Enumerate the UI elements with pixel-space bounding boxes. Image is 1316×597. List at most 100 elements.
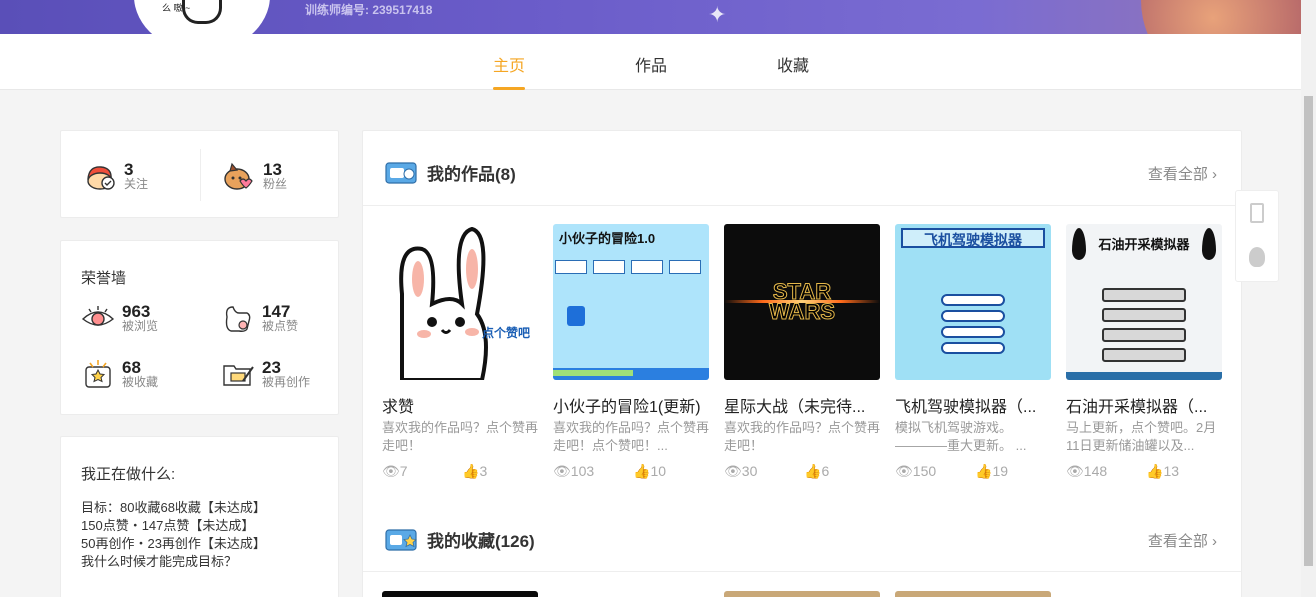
remix-count: 23 <box>262 358 281 377</box>
following-stat[interactable]: 3 关注 <box>83 159 148 193</box>
tab-home[interactable]: 主页 <box>493 52 526 90</box>
pencil-folder-icon <box>221 357 255 391</box>
chevron-right-icon: › <box>1212 166 1217 183</box>
thumb-up-icon: 👍 <box>804 463 822 479</box>
thumb-up-icon: 👍 <box>975 463 993 479</box>
grass-strip <box>553 370 633 376</box>
view-count-value: 148 <box>1083 463 1108 479</box>
favorites-label: 被收藏 <box>122 375 159 389</box>
thumb-icon <box>221 301 255 335</box>
views-count: 963 <box>122 302 151 321</box>
tab-works[interactable]: 作品 <box>635 52 667 76</box>
work-title[interactable]: 飞机驾驶模拟器（... <box>895 393 1051 417</box>
pause-icon <box>567 306 585 326</box>
honor-wall-card: 荣誉墙 963 被浏览 147 被点赞 68 被收藏 23 被再创作 <box>60 240 339 415</box>
work-description: 喜欢我的作品吗？点个赞再走吧！ <box>724 420 880 453</box>
work-meta: 👁103 👍10 <box>553 463 709 481</box>
work-card[interactable]: STAR WARS 星际大战（未完待... 喜欢我的作品吗？点个赞再走吧！ 👁3… <box>724 224 880 481</box>
like-count: 👍6 <box>804 463 829 480</box>
star-box-icon <box>81 357 115 391</box>
view-count: 👁103 <box>553 463 594 480</box>
ground-strip <box>1066 372 1222 380</box>
fans-stat[interactable]: 13 粉丝 <box>222 159 287 193</box>
like-count: 👍3 <box>462 463 487 480</box>
thumb-caption: STAR WARS <box>769 279 836 324</box>
favorites-see-all-label: 查看全部 <box>1147 533 1208 550</box>
work-description: 喜欢我的作品吗？点个赞再走吧！ <box>382 420 538 453</box>
work-thumbnail[interactable]: 点个赞吧 <box>382 224 538 380</box>
work-card[interactable]: 点个赞吧 求赞 喜欢我的作品吗？点个赞再走吧！ 👁7 👍3 <box>382 224 538 481</box>
status-text: 目标：80收藏68收藏【未达成】 150点赞・147点赞【未达成】 50再创作・… <box>81 499 266 571</box>
favorite-thumbnail[interactable] <box>553 591 709 597</box>
work-description: 喜欢我的作品吗？点个赞再走吧！点个赞吧！... <box>553 420 709 453</box>
fans-label: 粉丝 <box>263 177 288 191</box>
mobile-icon[interactable] <box>1250 203 1264 223</box>
work-description: 马上更新，点个赞吧。2月11日更新储油罐以及... <box>1066 420 1217 453</box>
work-thumbnail[interactable]: STAR WARS <box>724 224 880 380</box>
view-count: 👁148 <box>1066 463 1107 480</box>
rabbit-image <box>399 226 488 380</box>
my-works-header: 我的作品(8) <box>385 159 516 185</box>
eye-icon: 👁 <box>1066 463 1084 479</box>
work-thumbnail[interactable]: 石油开采模拟器 <box>1066 224 1222 380</box>
following-label: 关注 <box>124 177 149 191</box>
qq-icon[interactable] <box>1249 247 1265 267</box>
following-count: 3 <box>124 160 134 179</box>
work-card[interactable]: 石油开采模拟器 石油开采模拟器（... 马上更新，点个赞吧。2月11日更新储油罐… <box>1066 224 1222 481</box>
likes-stat: 147 被点赞 <box>221 301 298 335</box>
like-count-value: 19 <box>992 463 1009 479</box>
like-count: 👍19 <box>975 463 1008 480</box>
my-favorites-title: 我的收藏(126) <box>427 531 535 551</box>
work-title[interactable]: 小伙子的冒险1(更新) <box>553 393 709 417</box>
view-count-value: 7 <box>399 463 408 479</box>
thumb-menu-strip <box>553 260 709 278</box>
work-thumbnail[interactable]: 飞机驾驶模拟器 <box>895 224 1051 380</box>
scrollbar-thumb[interactable] <box>1304 96 1313 566</box>
trainer-id: 训练师编号: 239517418 <box>305 3 433 17</box>
following-icon <box>83 159 117 193</box>
favorite-thumbnail[interactable] <box>1066 591 1222 597</box>
work-title[interactable]: 石油开采模拟器（... <box>1066 393 1222 417</box>
work-thumbnail[interactable]: 小伙子的冒险1.0 <box>553 224 709 380</box>
fans-count: 13 <box>263 160 282 179</box>
divider <box>363 571 1241 572</box>
thumb-caption: 飞机驾驶模拟器 <box>901 228 1045 248</box>
work-card[interactable]: 飞机驾驶模拟器 飞机驾驶模拟器（... 模拟飞机驾驶游戏。————重大更新。 .… <box>895 224 1051 481</box>
remix-label: 被再创作 <box>262 375 311 389</box>
status-line: 目标：80收藏68收藏【未达成】 <box>81 500 266 515</box>
my-works-title: 我的作品(8) <box>427 164 516 184</box>
works-see-all-label: 查看全部 <box>1147 166 1208 183</box>
my-favorites-header: 我的收藏(126) <box>385 526 535 552</box>
status-card: 我正在做什么: 目标：80收藏68收藏【未达成】 150点赞・147点赞【未达成… <box>60 436 339 597</box>
thumb-caption: 石油开采模拟器 <box>1098 237 1190 252</box>
thumb-menu <box>941 294 1005 364</box>
chevron-right-icon: › <box>1212 533 1217 550</box>
sparkle-icon: ✦ <box>708 2 727 27</box>
favorite-thumbnail[interactable] <box>895 591 1051 597</box>
eye-icon <box>81 301 115 335</box>
work-title[interactable]: 星际大战（未完待... <box>724 393 880 417</box>
work-meta: 👁30 👍6 <box>724 463 880 481</box>
views-label: 被浏览 <box>122 319 159 333</box>
work-meta: 👁7 👍3 <box>382 463 538 481</box>
work-card[interactable]: 小伙子的冒险1.0 小伙子的冒险1(更新) 喜欢我的作品吗？点个赞再走吧！点个赞… <box>553 224 709 481</box>
thumb-up-icon: 👍 <box>633 463 651 479</box>
status-line: 我什么时候才能完成目标？ <box>81 554 238 569</box>
status-line: 50再创作・23再创作【未达成】 <box>81 536 266 551</box>
favorites-folder-icon <box>385 529 417 551</box>
oil-drop-right-icon <box>1202 228 1216 260</box>
view-count: 👁7 <box>382 463 408 480</box>
work-meta: 👁150 👍19 <box>895 463 1051 481</box>
view-count-value: 103 <box>570 463 595 479</box>
work-meta: 👁148 👍13 <box>1066 463 1222 481</box>
like-count: 👍13 <box>1146 463 1179 480</box>
works-see-all-link[interactable]: 查看全部 › <box>1148 163 1217 184</box>
favorites-see-all-link[interactable]: 查看全部 › <box>1148 530 1217 551</box>
work-title[interactable]: 求赞 <box>382 393 538 417</box>
favorite-thumbnail[interactable] <box>724 591 880 597</box>
tab-favorites[interactable]: 收藏 <box>777 52 809 76</box>
favorite-thumbnail[interactable] <box>382 591 538 597</box>
planet-decoration <box>1141 0 1301 34</box>
thumb-caption: 小伙子的冒险1.0 <box>559 231 656 246</box>
works-folder-icon <box>385 162 417 184</box>
